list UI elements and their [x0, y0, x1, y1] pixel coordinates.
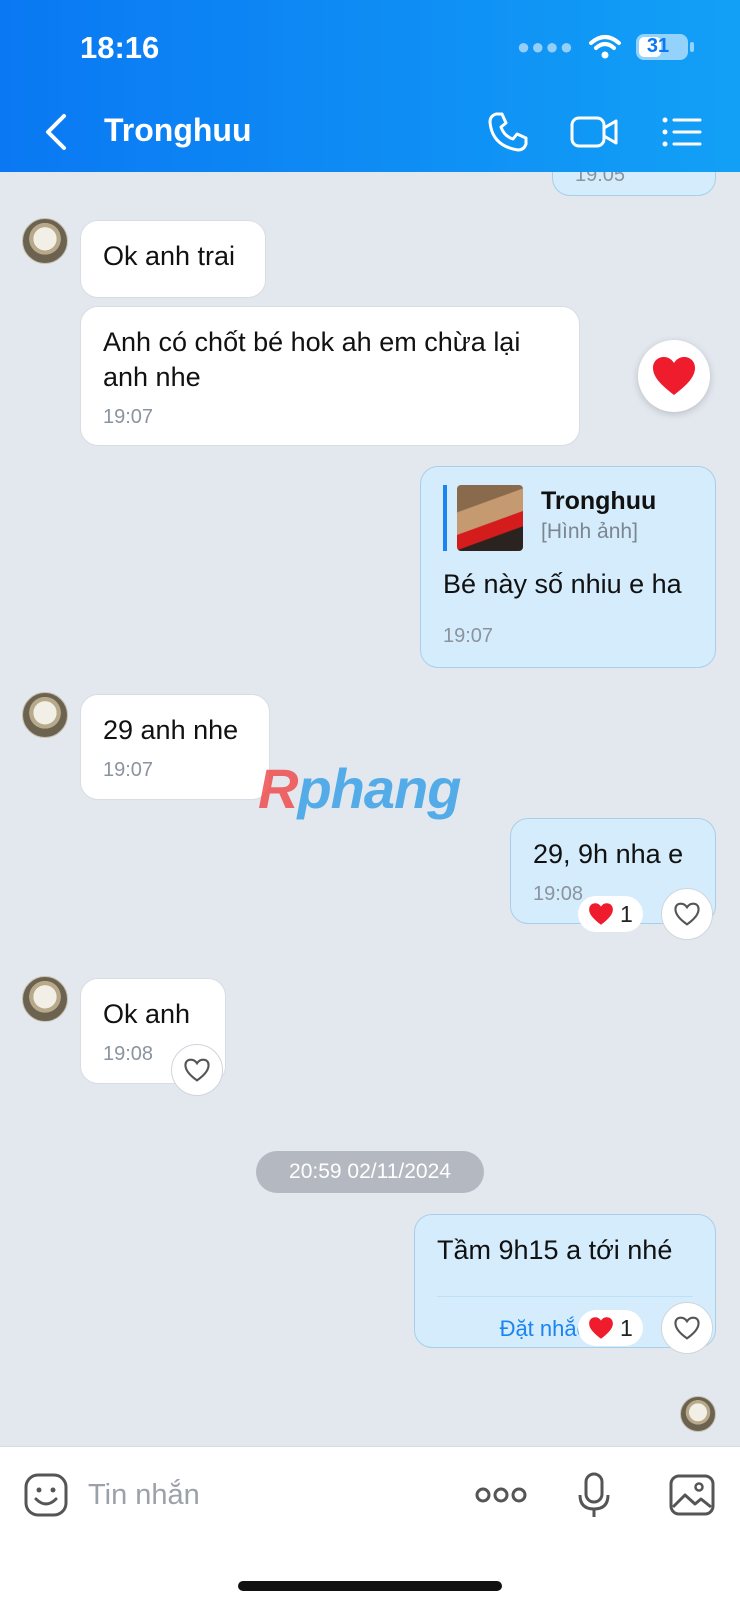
battery-icon: 31	[636, 34, 694, 60]
heart-icon	[589, 1317, 613, 1339]
contact-avatar[interactable]	[22, 692, 68, 738]
message-text: Ok anh trai	[103, 241, 236, 271]
message-bubble[interactable]: Ok anh trai	[80, 220, 266, 298]
menu-list-icon[interactable]	[660, 108, 704, 156]
image-icon[interactable]	[668, 1471, 716, 1519]
reaction-count-value: 1	[620, 900, 633, 927]
phone-icon[interactable]	[484, 108, 532, 156]
message-composer	[0, 1446, 740, 1600]
status-icons: ●●●● 31	[516, 34, 694, 60]
video-call-icon[interactable]	[568, 108, 622, 156]
message-input[interactable]	[88, 1473, 428, 1517]
message-time: 19:07	[443, 625, 494, 647]
like-heart-outline-icon	[674, 902, 700, 926]
quoted-type: [Hình ảnh]	[541, 520, 638, 543]
cellular-signal-icon: ●●●●	[516, 34, 574, 59]
quoted-sender: Tronghuu	[541, 487, 657, 515]
contact-avatar[interactable]	[22, 976, 68, 1022]
like-button[interactable]	[171, 1044, 223, 1096]
heart-icon	[653, 357, 695, 395]
message-text: Anh có chốt bé hok ah em chừa lại anh nh…	[103, 327, 521, 392]
message-bubble-reply[interactable]: Tronghuu [Hình ảnh] Bé này số nhiu e ha …	[420, 466, 716, 668]
like-heart-outline-icon	[674, 1316, 700, 1340]
like-heart-outline-icon	[184, 1058, 210, 1082]
chat-header: 18:16 ●●●● 31 Tronghuu	[0, 0, 740, 172]
message-time: 19:07	[103, 406, 154, 428]
message-text: Bé này số nhiu e ha	[443, 569, 682, 599]
set-reminder-link[interactable]: Đặt nhắc hẹn	[437, 1296, 693, 1346]
like-button[interactable]	[661, 888, 713, 940]
quoted-message[interactable]: Tronghuu [Hình ảnh]	[443, 485, 693, 551]
reaction-count-value: 1	[620, 1314, 633, 1341]
chat-title[interactable]: Tronghuu	[104, 112, 252, 149]
message-text: Tầm 9h15 a tới nhé	[437, 1235, 673, 1265]
message-list[interactable]: 19:05 Ok anh trai Anh có chốt bé hok ah …	[0, 172, 740, 1446]
message-text: 29, 9h nha e	[533, 839, 684, 869]
contact-avatar[interactable]	[22, 218, 68, 264]
date-divider: 20:59 02/11/2024	[256, 1151, 484, 1193]
reaction-count[interactable]: 1	[578, 1310, 643, 1346]
sticker-icon[interactable]	[22, 1471, 70, 1519]
heart-icon	[589, 903, 613, 925]
back-arrow-icon[interactable]	[36, 110, 76, 154]
battery-level: 31	[646, 35, 670, 57]
watermark-logo: Rphang	[258, 757, 461, 820]
message-time: 19:07	[103, 759, 154, 781]
message-time: 19:05	[575, 172, 626, 186]
message-bubble[interactable]: 29 anh nhe 19:07	[80, 694, 270, 800]
home-indicator[interactable]	[238, 1581, 502, 1591]
quoted-image-thumbnail	[457, 485, 523, 551]
seen-avatar	[680, 1396, 716, 1432]
message-text: 29 anh nhe	[103, 715, 239, 745]
heart-reaction-button[interactable]	[638, 340, 710, 412]
more-icon[interactable]	[474, 1471, 528, 1519]
reaction-count[interactable]: 1	[578, 896, 643, 932]
wifi-icon	[589, 35, 621, 59]
message-text: Ok anh	[103, 999, 191, 1029]
status-time: 18:16	[80, 30, 160, 65]
microphone-icon[interactable]	[570, 1471, 618, 1519]
message-bubble[interactable]: Anh có chốt bé hok ah em chừa lại anh nh…	[80, 306, 580, 446]
message-bubble-partial[interactable]: 19:05	[552, 172, 716, 196]
like-button[interactable]	[661, 1302, 713, 1354]
